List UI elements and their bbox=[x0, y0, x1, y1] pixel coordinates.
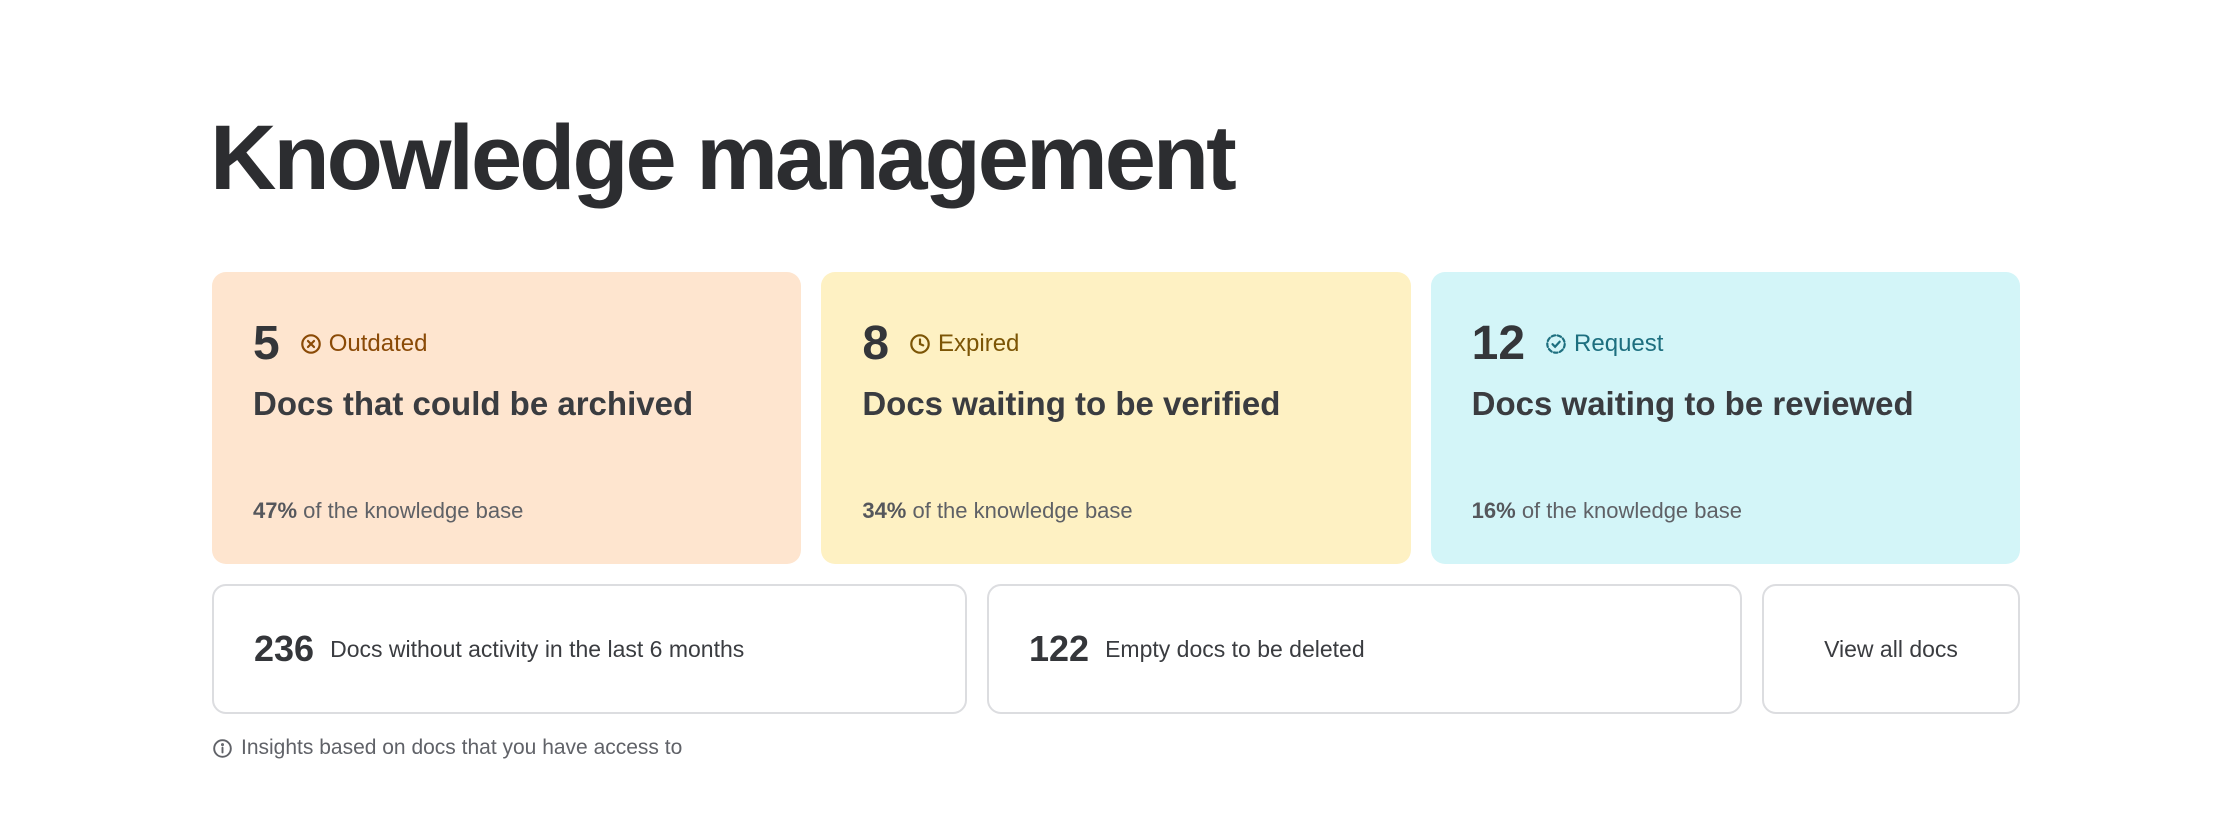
stat-description: Docs waiting to be reviewed bbox=[1471, 385, 1914, 422]
stat-percentage: 47% of the knowledge base bbox=[253, 498, 523, 524]
status-label: Expired bbox=[938, 330, 1020, 357]
stat-percent-suffix: of the knowledge base bbox=[906, 498, 1133, 523]
stat-card-header: 5 Outdated bbox=[253, 318, 761, 370]
view-all-docs-button[interactable]: View all docs bbox=[1762, 584, 2020, 714]
stat-cards: 5 Outdated Docs that could be archived 4… bbox=[212, 272, 2020, 564]
status-badge-expired: Expired bbox=[909, 330, 1019, 358]
stat-card-expired[interactable]: 8 Expired Docs waiting to be verified 34… bbox=[821, 272, 1411, 564]
action-cards: 236 Docs without activity in the last 6 … bbox=[212, 584, 2020, 714]
empty-docs-button[interactable]: 122 Empty docs to be deleted bbox=[987, 584, 1742, 714]
inactive-docs-button[interactable]: 236 Docs without activity in the last 6 … bbox=[212, 584, 967, 714]
stat-percent-value: 34% bbox=[862, 498, 907, 523]
stat-percent-suffix: of the knowledge base bbox=[297, 498, 524, 523]
stat-card-header: 12 Request bbox=[1472, 318, 1980, 370]
knowledge-management-page: Knowledge management 5 Outdated Docs tha… bbox=[0, 0, 2232, 840]
status-badge-request: Request bbox=[1545, 330, 1663, 358]
clock-icon bbox=[910, 334, 930, 354]
insights-footnote: Insights based on docs that you have acc… bbox=[212, 736, 682, 760]
stat-percentage: 16% of the knowledge base bbox=[1472, 498, 1742, 524]
status-badge-outdated: Outdated bbox=[300, 330, 428, 358]
stat-count: 8 bbox=[862, 317, 890, 370]
stat-percent-value: 47% bbox=[253, 498, 298, 523]
empty-docs-label: Empty docs to be deleted bbox=[1105, 635, 1365, 662]
x-circle-icon bbox=[300, 334, 321, 354]
stat-description: Docs waiting to be verified bbox=[862, 385, 1281, 422]
status-label: Outdated bbox=[328, 330, 428, 357]
stat-count: 5 bbox=[253, 317, 280, 370]
stat-card-outdated[interactable]: 5 Outdated Docs that could be archived 4… bbox=[212, 272, 802, 564]
stat-card-request[interactable]: 12 Request Docs waiting to be reviewed 1… bbox=[1430, 272, 2020, 564]
dashed-check-circle-icon bbox=[1546, 334, 1566, 354]
stat-description: Docs that could be archived bbox=[253, 385, 694, 422]
footnote-text: Insights based on docs that you have acc… bbox=[241, 736, 683, 759]
stat-count: 12 bbox=[1471, 317, 1526, 370]
view-all-docs-label: View all docs bbox=[1824, 635, 1958, 662]
empty-docs-count: 122 bbox=[1029, 628, 1090, 669]
stat-card-header: 8 Expired bbox=[862, 318, 1370, 370]
inactive-docs-count: 236 bbox=[254, 628, 315, 669]
page-title: Knowledge management bbox=[210, 107, 1237, 209]
stat-percentage: 34% of the knowledge base bbox=[862, 498, 1132, 524]
stat-percent-suffix: of the knowledge base bbox=[1515, 498, 1742, 523]
status-label: Request bbox=[1574, 330, 1664, 357]
inactive-docs-label: Docs without activity in the last 6 mont… bbox=[330, 635, 745, 662]
info-icon bbox=[213, 738, 232, 758]
stat-percent-value: 16% bbox=[1471, 498, 1516, 523]
